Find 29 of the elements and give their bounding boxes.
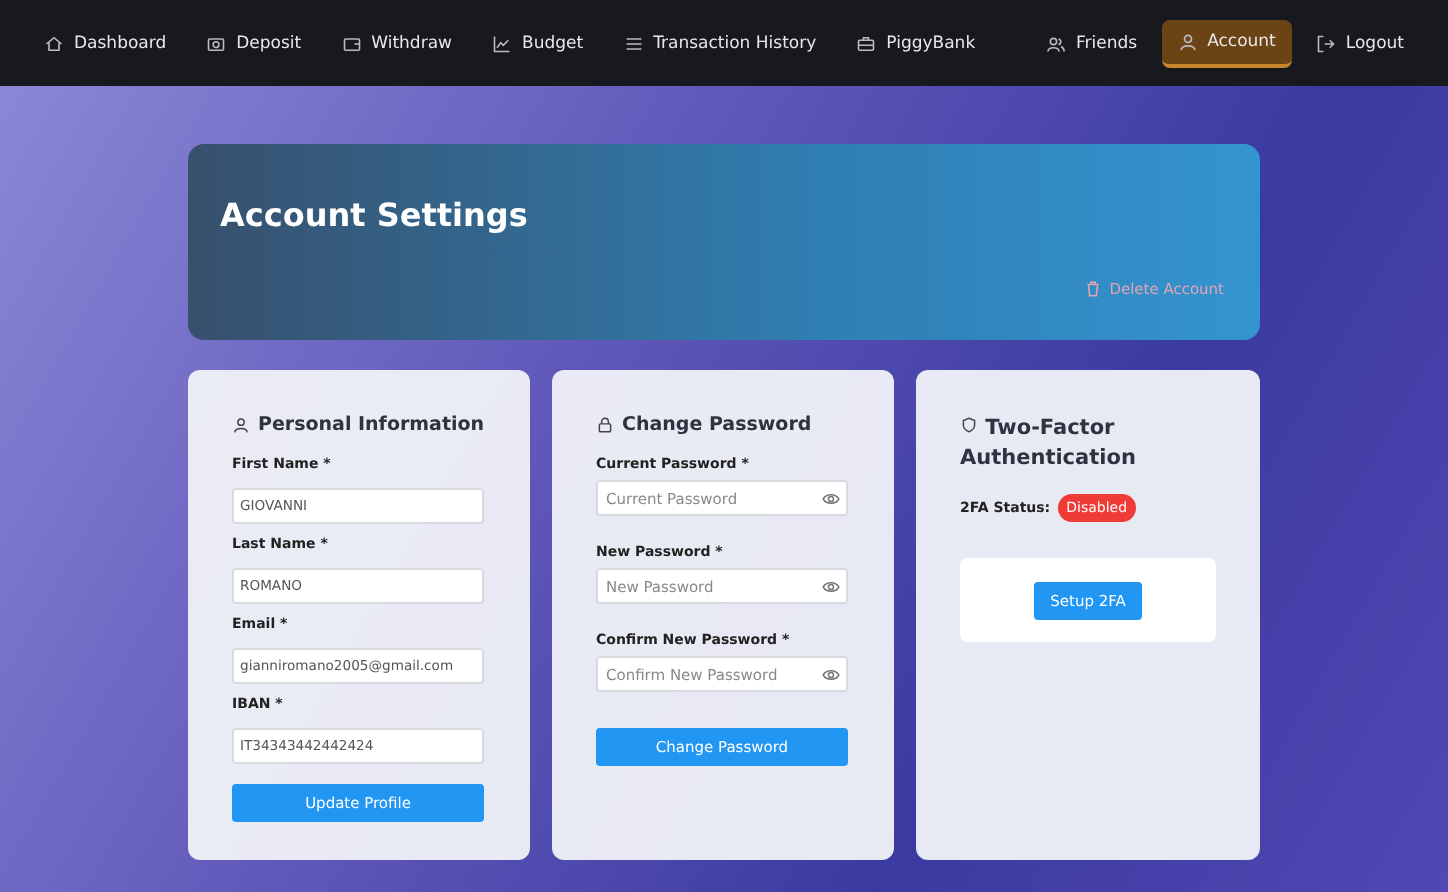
- nav-link[interactable]: Withdraw: [325, 21, 468, 65]
- shield-icon: [960, 416, 978, 434]
- eye-icon[interactable]: [822, 577, 840, 595]
- nav-link[interactable]: Account: [1161, 19, 1292, 67]
- logout-icon: [1315, 33, 1336, 53]
- users-icon: [1045, 33, 1066, 53]
- card-title: Change Password: [622, 414, 812, 436]
- page-title: Account Settings: [220, 196, 530, 234]
- trash-icon: [1083, 280, 1102, 298]
- nav-link[interactable]: Transaction History: [607, 21, 833, 65]
- wallet-icon: [341, 33, 362, 53]
- nav-link[interactable]: Logout: [1299, 19, 1420, 67]
- user-icon: [1177, 31, 1198, 51]
- nav-link[interactable]: Deposit: [190, 21, 318, 65]
- eye-icon[interactable]: [822, 665, 840, 683]
- card-title: Personal Information: [258, 414, 485, 436]
- home-icon: [44, 33, 64, 53]
- bag-icon: [856, 33, 877, 53]
- nav-link[interactable]: Friends: [1029, 19, 1154, 67]
- eye-icon[interactable]: [822, 489, 840, 507]
- user-icon: [232, 416, 250, 434]
- card-title: Two-Factor Authentication: [960, 414, 1138, 475]
- nav-link[interactable]: Dashboard: [28, 21, 183, 65]
- list-icon: [623, 33, 644, 53]
- chart-icon: [491, 33, 512, 53]
- nav-link[interactable]: PiggyBank: [840, 21, 992, 65]
- lock-icon: [596, 416, 614, 434]
- camera-icon: [206, 33, 227, 53]
- nav-link[interactable]: Budget: [475, 21, 600, 65]
